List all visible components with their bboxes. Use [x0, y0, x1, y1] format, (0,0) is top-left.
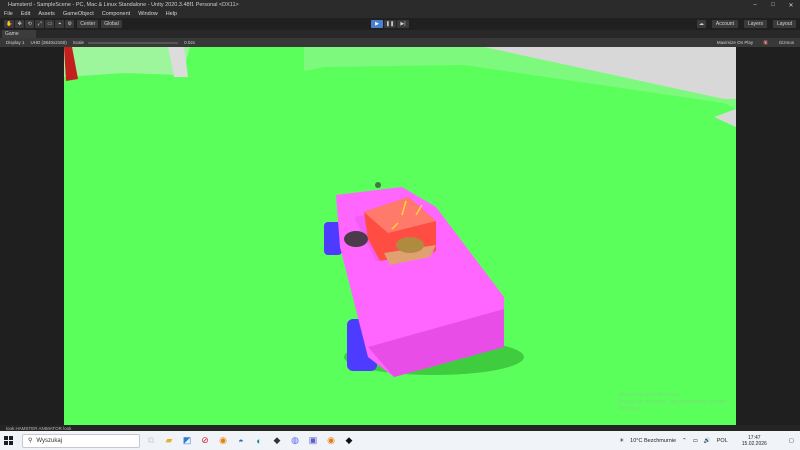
app-icon[interactable]: ◓: [234, 434, 248, 448]
display-dropdown[interactable]: Display 1: [6, 40, 25, 45]
start-button[interactable]: [0, 431, 16, 450]
scale-slider[interactable]: [88, 41, 179, 44]
opera-icon[interactable]: ⊘: [198, 434, 212, 448]
cloud-icon[interactable]: ☁: [696, 20, 706, 28]
hand-tool-icon[interactable]: ✋: [4, 20, 15, 28]
window-title: Hamsterd - SampleScene - PC, Mac & Linux…: [8, 2, 239, 8]
scale-label: Scale: [72, 40, 85, 45]
toolbar-right: ☁ Account Layers Layout: [696, 20, 796, 28]
menu-bar: File Edit Assets GameObject Component Wi…: [0, 10, 800, 18]
rect-tool-icon[interactable]: ▭: [45, 20, 55, 28]
weather-text[interactable]: 10°C Bezchmurnie: [630, 438, 676, 444]
menu-file[interactable]: File: [4, 11, 13, 17]
resolution-dropdown[interactable]: UHD (3840x2160): [31, 40, 67, 45]
step-button[interactable]: ▶|: [397, 20, 409, 28]
store-icon[interactable]: ◩: [180, 434, 194, 448]
unity-hub-icon[interactable]: ◆: [270, 434, 284, 448]
menu-assets[interactable]: Assets: [38, 11, 55, 17]
layers-dropdown[interactable]: Layers: [743, 20, 767, 28]
main-toolbar: ✋ ✥ ⟲ ⤢ ▭ ⌖ ⚙ Center Global ▶ ❚❚ ▶| ☁ Ac…: [0, 18, 800, 30]
seat-left: [344, 231, 368, 247]
taskbar-search[interactable]: ⚲ Wyszukaj: [22, 433, 140, 448]
game-scene: [64, 47, 736, 425]
blender-icon[interactable]: ◉: [216, 434, 230, 448]
move-tool-icon[interactable]: ✥: [15, 20, 25, 28]
game-view-toolbar: Display 1 UHD (3840x2160) Scale 0.02x Ma…: [0, 38, 800, 47]
account-dropdown[interactable]: Account: [711, 20, 738, 28]
window-title-bar: Hamsterd - SampleScene - PC, Mac & Linux…: [0, 0, 800, 10]
chevron-up-icon[interactable]: ⌃: [682, 438, 687, 444]
maximize-on-play-toggle[interactable]: Maximize On Play: [717, 40, 753, 45]
weather-icon[interactable]: ☀: [619, 438, 624, 444]
blender-2-icon[interactable]: ◉: [324, 434, 338, 448]
layout-dropdown[interactable]: Layout: [772, 20, 796, 28]
clock-date: 15.02.2026: [741, 440, 767, 447]
game-tab-strip: Game: [0, 30, 800, 38]
space-toggle[interactable]: Global: [101, 20, 122, 28]
notification-icon[interactable]: ▢: [789, 438, 794, 444]
menu-gameobject[interactable]: GameObject: [63, 11, 94, 17]
volume-icon[interactable]: 🔊: [704, 438, 711, 444]
explorer-icon[interactable]: ▰: [162, 434, 176, 448]
task-view-icon[interactable]: ⧉: [144, 434, 158, 448]
hamster: [396, 237, 424, 253]
edge-icon[interactable]: ◐: [252, 434, 266, 448]
gizmo-marker: [375, 182, 381, 188]
language-indicator[interactable]: POL: [717, 438, 728, 444]
minimize-button[interactable]: –: [746, 0, 764, 10]
game-viewport[interactable]: Aktywuj system Windows Przejdź do ustawi…: [64, 47, 736, 425]
left-letterbox: [0, 47, 64, 425]
search-placeholder: Wyszukaj: [36, 437, 63, 444]
unity-editor-icon[interactable]: ◆: [342, 434, 356, 448]
teams-icon[interactable]: ▣: [306, 434, 320, 448]
game-tab-label: Game: [5, 31, 19, 37]
rotate-tool-icon[interactable]: ⟲: [25, 20, 35, 28]
maximize-button[interactable]: □: [764, 0, 782, 10]
pivot-toggle[interactable]: Center: [77, 20, 99, 28]
scale-value: 0.02x: [184, 40, 196, 45]
play-controls: ▶ ❚❚ ▶|: [371, 20, 410, 28]
activation-watermark: Aktywuj system Windows Przejdź do ustawi…: [618, 392, 736, 413]
watermark-line-2: Przejdź do ustawień, aby aktywować syste…: [618, 399, 727, 412]
pause-button[interactable]: ❚❚: [384, 20, 396, 28]
search-icon: ⚲: [28, 438, 33, 444]
play-button[interactable]: ▶: [371, 20, 383, 28]
menu-component[interactable]: Component: [102, 11, 130, 17]
tab-game[interactable]: Game: [2, 30, 36, 38]
scale-tool-icon[interactable]: ⤢: [35, 20, 45, 28]
windows-taskbar: ⚲ Wyszukaj ⧉ ▰ ◩ ⊘ ◉ ◓ ◐ ◆ ◍ ▣ ◉ ◆ ☀ 10°…: [0, 431, 800, 450]
mute-audio-icon[interactable]: 🔇: [763, 40, 769, 46]
watermark-line-1: Aktywuj system Windows: [618, 392, 680, 398]
close-button[interactable]: ✕: [782, 0, 800, 10]
windows-logo-icon: [3, 436, 13, 445]
menu-help[interactable]: Help: [166, 11, 177, 17]
transform-tool-icon[interactable]: ⌖: [55, 20, 65, 28]
system-tray: ☀ 10°C Bezchmurnie ⌃ ▭ 🔊 POL 17:47 15.02…: [613, 435, 800, 447]
right-letterbox: [736, 47, 800, 425]
menu-edit[interactable]: Edit: [21, 11, 30, 17]
custom-tool-icon[interactable]: ⚙: [65, 20, 75, 28]
discord-icon[interactable]: ◍: [288, 434, 302, 448]
menu-window[interactable]: Window: [138, 11, 158, 17]
network-icon[interactable]: ▭: [693, 438, 698, 444]
gizmos-dropdown[interactable]: Gizmos: [779, 40, 794, 45]
clock[interactable]: 17:47 15.02.2026: [736, 435, 767, 447]
status-message: look HAMSTER ANIMATOR look: [6, 425, 72, 431]
